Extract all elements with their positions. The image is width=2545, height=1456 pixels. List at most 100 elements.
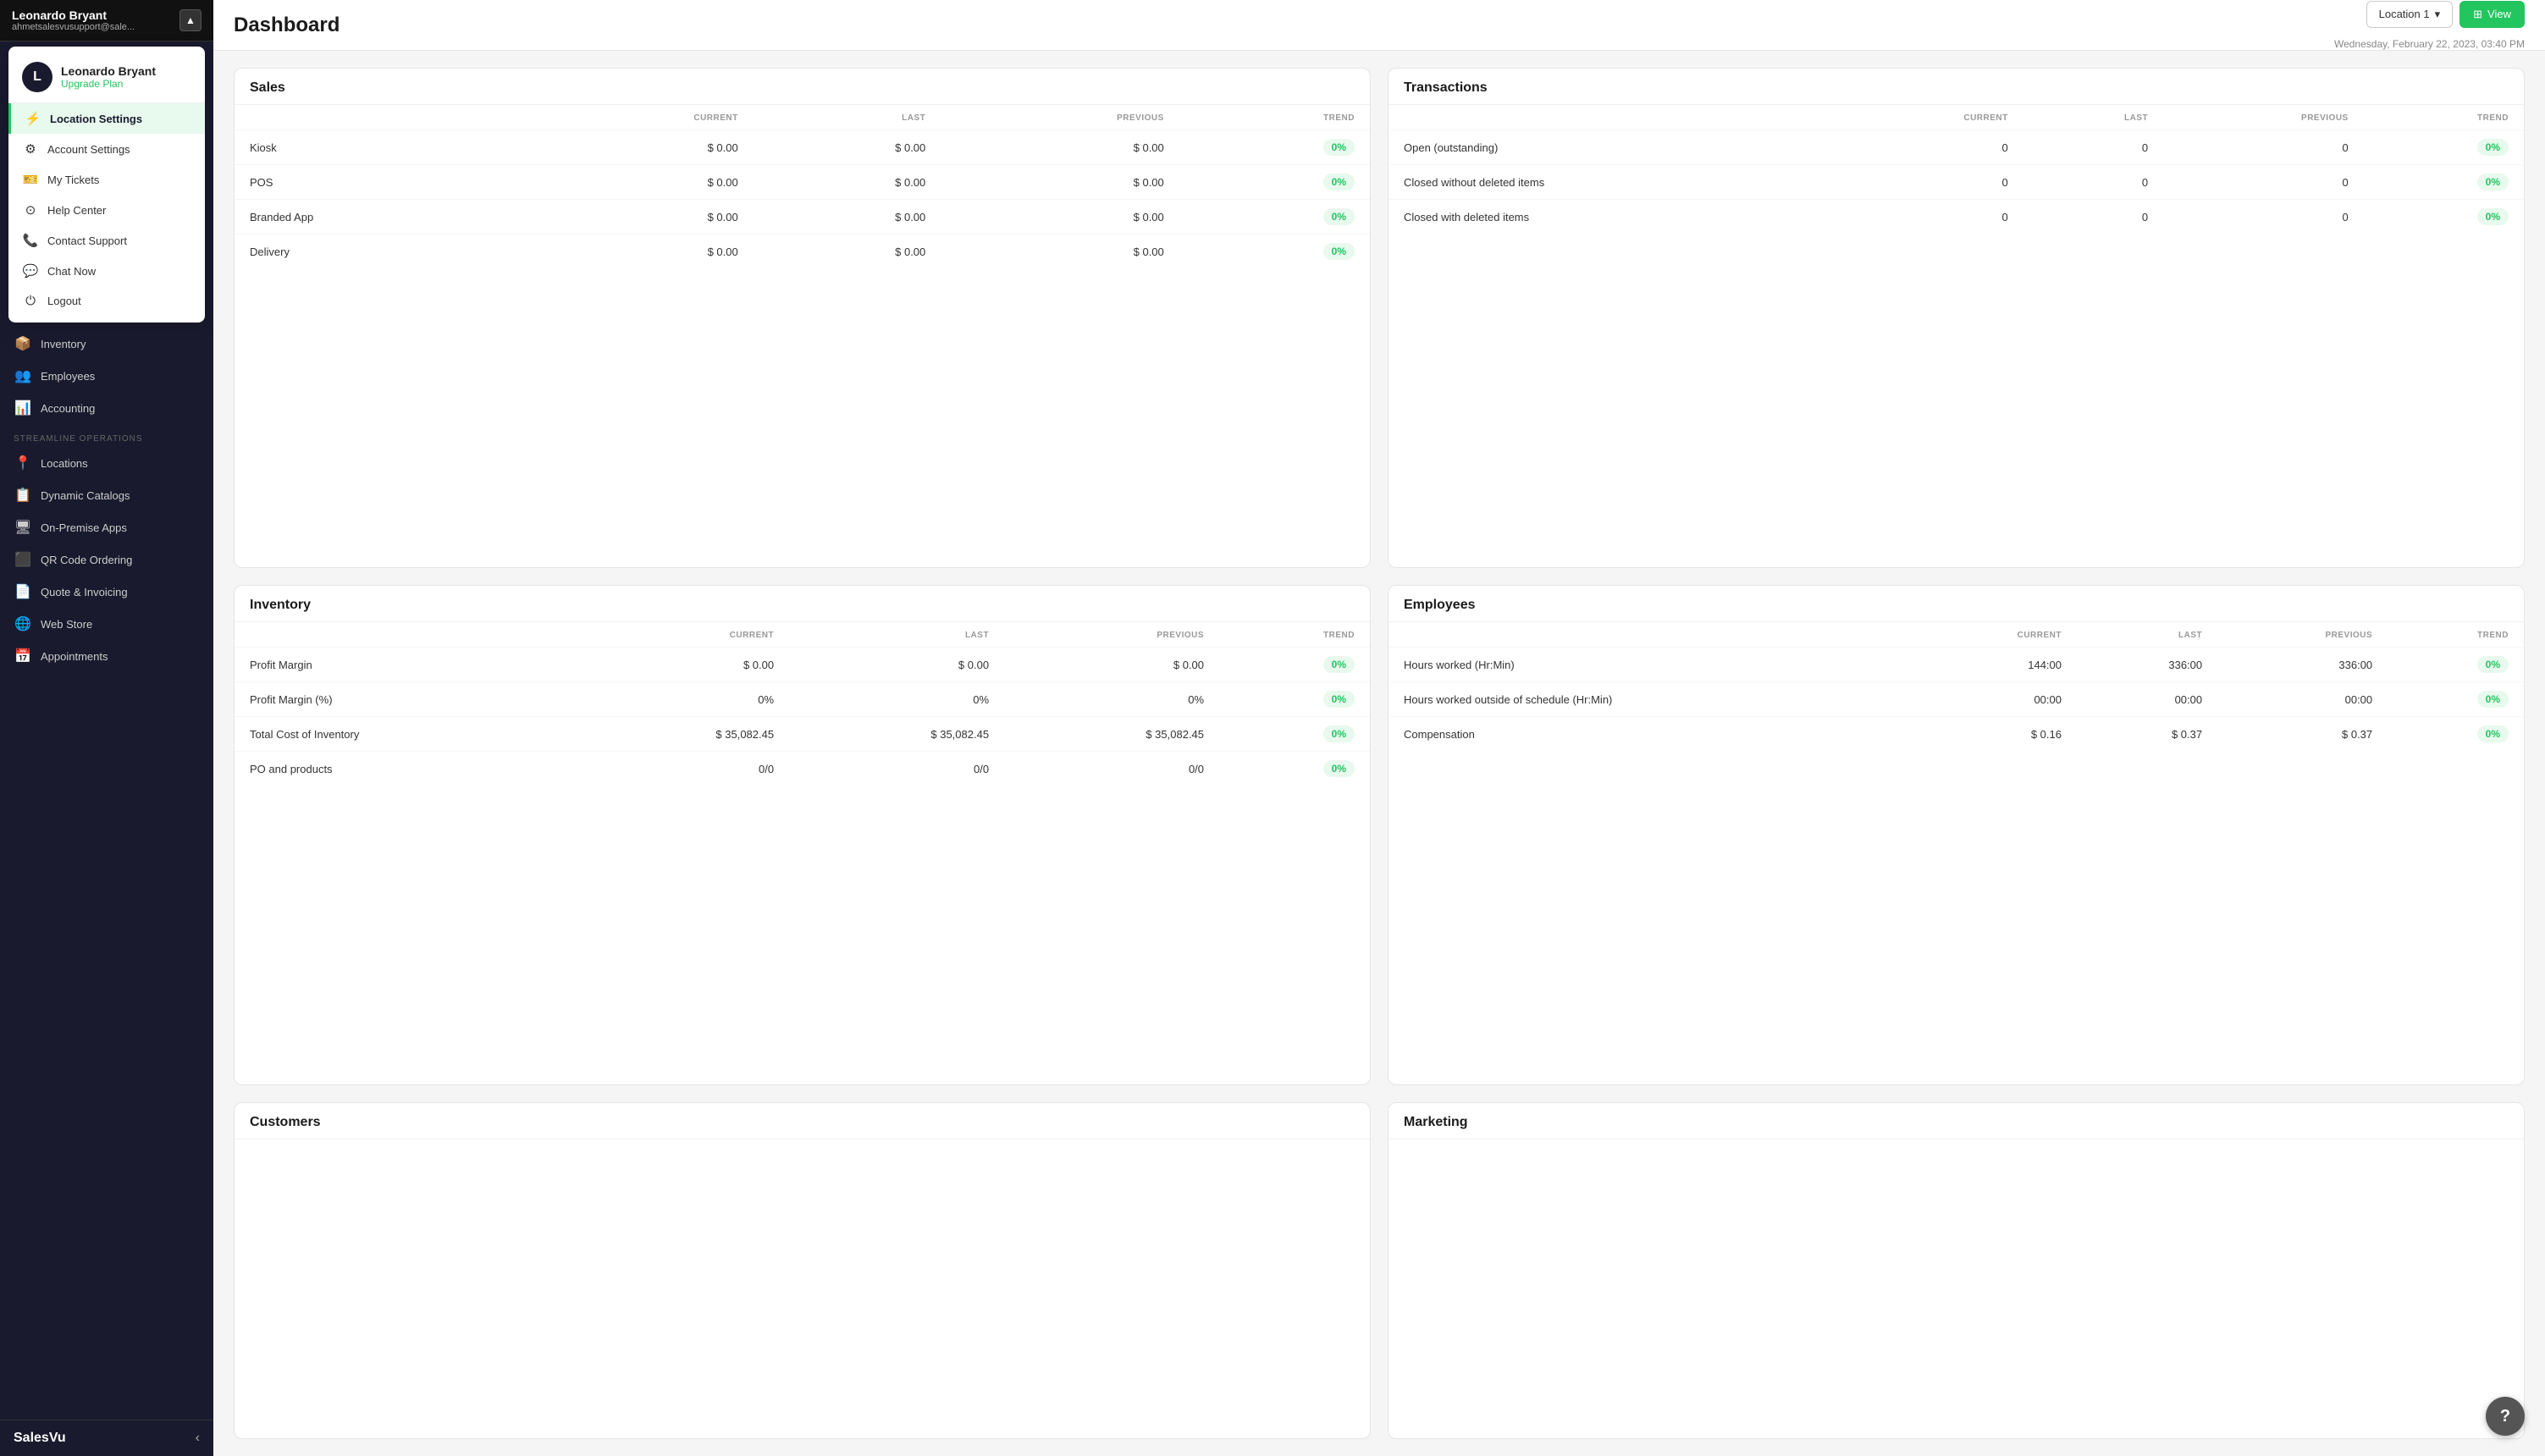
help-center-label: Help Center bbox=[47, 204, 106, 217]
row-trend: 0% bbox=[1219, 717, 1370, 752]
account-settings-label: Account Settings bbox=[47, 143, 130, 156]
sidebar-header: Leonardo Bryant ahmetsalesvusupport@sale… bbox=[0, 0, 213, 41]
row-trend: 0% bbox=[2364, 165, 2524, 200]
sidebar-item-dynamic-catalogs[interactable]: 📋 Dynamic Catalogs bbox=[0, 479, 213, 511]
sidebar-item-qr-code-ordering[interactable]: ⬛ QR Code Ordering bbox=[0, 543, 213, 576]
row-last: 0 bbox=[2023, 200, 2163, 234]
row-label: Kiosk bbox=[235, 130, 523, 165]
sidebar-item-appointments[interactable]: 📅 Appointments bbox=[0, 640, 213, 672]
sidebar-item-quote-invoicing[interactable]: 📄 Quote & Invoicing bbox=[0, 576, 213, 608]
row-previous: 0 bbox=[2163, 165, 2364, 200]
inv-col-trend: TREND bbox=[1219, 622, 1370, 648]
sidebar-item-accounting[interactable]: 📊 Accounting bbox=[0, 392, 213, 424]
sidebar-item-on-premise-apps[interactable]: 🖥 On-Premise Apps bbox=[0, 511, 213, 543]
sidebar-item-locations[interactable]: 📍 Locations bbox=[0, 447, 213, 479]
row-last: $ 0.00 bbox=[789, 648, 1004, 682]
account-settings-icon: ⚙ bbox=[22, 141, 39, 157]
trans-col-trend: TREND bbox=[2364, 105, 2524, 130]
logout-icon: ⏻ bbox=[22, 294, 39, 308]
table-row: Total Cost of Inventory $ 35,082.45 $ 35… bbox=[235, 717, 1370, 752]
inventory-icon: 📦 bbox=[14, 335, 32, 352]
emp-col-last: LAST bbox=[2077, 622, 2217, 648]
dropdown-item-help-center[interactable]: ⊙ Help Center bbox=[8, 195, 205, 225]
qr-code-ordering-icon: ⬛ bbox=[14, 551, 32, 568]
sidebar-item-web-store[interactable]: 🌐 Web Store bbox=[0, 608, 213, 640]
emp-col-previous: PREVIOUS bbox=[2217, 622, 2388, 648]
locations-icon: 📍 bbox=[14, 455, 32, 472]
emp-col-label bbox=[1388, 622, 1913, 648]
sidebar-chevron-button[interactable]: ▲ bbox=[179, 9, 202, 31]
sidebar-item-inventory[interactable]: 📦 Inventory bbox=[0, 328, 213, 360]
row-previous: $ 0.37 bbox=[2217, 717, 2388, 752]
view-button[interactable]: ⊞ View bbox=[2459, 1, 2525, 28]
upgrade-plan-link[interactable]: Upgrade Plan bbox=[61, 78, 156, 90]
emp-col-trend: TREND bbox=[2388, 622, 2524, 648]
inventory-card: Inventory CURRENT LAST PREVIOUS TREND Pr… bbox=[234, 585, 1371, 1085]
my-tickets-label: My Tickets bbox=[47, 174, 99, 186]
sales-card: Sales CURRENT LAST PREVIOUS TREND Kiosk … bbox=[234, 68, 1371, 568]
transactions-card: Transactions CURRENT LAST PREVIOUS TREND… bbox=[1388, 68, 2525, 568]
contact-support-label: Contact Support bbox=[47, 234, 127, 247]
sidebar-collapse-button[interactable]: ‹ bbox=[196, 1431, 200, 1446]
row-label: PO and products bbox=[235, 752, 574, 786]
row-trend: 0% bbox=[2364, 130, 2524, 165]
dropdown-item-contact-support[interactable]: 📞 Contact Support bbox=[8, 225, 205, 256]
trans-col-current: CURRENT bbox=[1830, 105, 2023, 130]
row-previous: 00:00 bbox=[2217, 682, 2388, 717]
dropdown-item-account-settings[interactable]: ⚙ Account Settings bbox=[8, 134, 205, 164]
row-previous: $ 0.00 bbox=[941, 234, 1179, 269]
chat-now-icon: 💬 bbox=[22, 263, 39, 279]
employees-label: Employees bbox=[41, 370, 95, 383]
row-label: Closed without deleted items bbox=[1388, 165, 1830, 200]
row-previous: $ 35,082.45 bbox=[1004, 717, 1219, 752]
main-area: Dashboard Location 1 ▾ ⊞ View Wednesday,… bbox=[213, 0, 2545, 1456]
row-last: $ 0.37 bbox=[2077, 717, 2217, 752]
row-last: $ 0.00 bbox=[754, 165, 941, 200]
sidebar-item-employees[interactable]: 👥 Employees bbox=[0, 360, 213, 392]
dropdown-item-chat-now[interactable]: 💬 Chat Now bbox=[8, 256, 205, 286]
row-label: Total Cost of Inventory bbox=[235, 717, 574, 752]
sales-col-last: LAST bbox=[754, 105, 941, 130]
row-label: Branded App bbox=[235, 200, 523, 234]
sales-card-header: Sales bbox=[235, 69, 1370, 105]
table-row: Profit Margin $ 0.00 $ 0.00 $ 0.00 0% bbox=[235, 648, 1370, 682]
row-last: $ 0.00 bbox=[754, 200, 941, 234]
location-dropdown-button[interactable]: Location 1 ▾ bbox=[2366, 1, 2454, 28]
row-label: Hours worked (Hr:Min) bbox=[1388, 648, 1913, 682]
row-last: 336:00 bbox=[2077, 648, 2217, 682]
row-current: $ 0.00 bbox=[523, 200, 753, 234]
dropdown-item-my-tickets[interactable]: 🎫 My Tickets bbox=[8, 164, 205, 195]
row-current: $ 0.00 bbox=[523, 130, 753, 165]
sidebar: Leonardo Bryant ahmetsalesvusupport@sale… bbox=[0, 0, 213, 1456]
dropdown-item-logout[interactable]: ⏻ Logout bbox=[8, 286, 205, 316]
customers-card: Customers bbox=[234, 1102, 1371, 1439]
sidebar-username: Leonardo Bryant bbox=[12, 8, 135, 22]
inv-col-previous: PREVIOUS bbox=[1004, 622, 1219, 648]
table-row: PO and products 0/0 0/0 0/0 0% bbox=[235, 752, 1370, 786]
row-current: 0 bbox=[1830, 200, 2023, 234]
employees-table: CURRENT LAST PREVIOUS TREND Hours worked… bbox=[1388, 622, 2524, 751]
help-button[interactable]: ? bbox=[2486, 1397, 2525, 1436]
row-trend: 0% bbox=[1179, 165, 1370, 200]
row-trend: 0% bbox=[2364, 200, 2524, 234]
row-label: Closed with deleted items bbox=[1388, 200, 1830, 234]
chevron-down-icon: ▾ bbox=[2435, 8, 2441, 21]
inv-col-last: LAST bbox=[789, 622, 1004, 648]
employees-icon: 👥 bbox=[14, 367, 32, 384]
row-previous: 0 bbox=[2163, 200, 2364, 234]
help-center-icon: ⊙ bbox=[22, 202, 39, 218]
row-trend: 0% bbox=[2388, 717, 2524, 752]
row-last: $ 0.00 bbox=[754, 130, 941, 165]
dashboard-content: Sales CURRENT LAST PREVIOUS TREND Kiosk … bbox=[213, 51, 2545, 1456]
trans-col-last: LAST bbox=[2023, 105, 2163, 130]
customers-card-header: Customers bbox=[235, 1103, 1370, 1139]
table-row: Hours worked (Hr:Min) 144:00 336:00 336:… bbox=[1388, 648, 2524, 682]
row-trend: 0% bbox=[1219, 752, 1370, 786]
appointments-icon: 📅 bbox=[14, 648, 32, 665]
transactions-table: CURRENT LAST PREVIOUS TREND Open (outsta… bbox=[1388, 105, 2524, 234]
dropdown-item-location-settings[interactable]: ⚡ Location Settings bbox=[8, 103, 205, 134]
sidebar-email: ahmetsalesvusupport@sale... bbox=[12, 22, 135, 32]
marketing-card-header: Marketing bbox=[1388, 1103, 2524, 1139]
row-current: 0/0 bbox=[574, 752, 789, 786]
dynamic-catalogs-label: Dynamic Catalogs bbox=[41, 489, 130, 502]
